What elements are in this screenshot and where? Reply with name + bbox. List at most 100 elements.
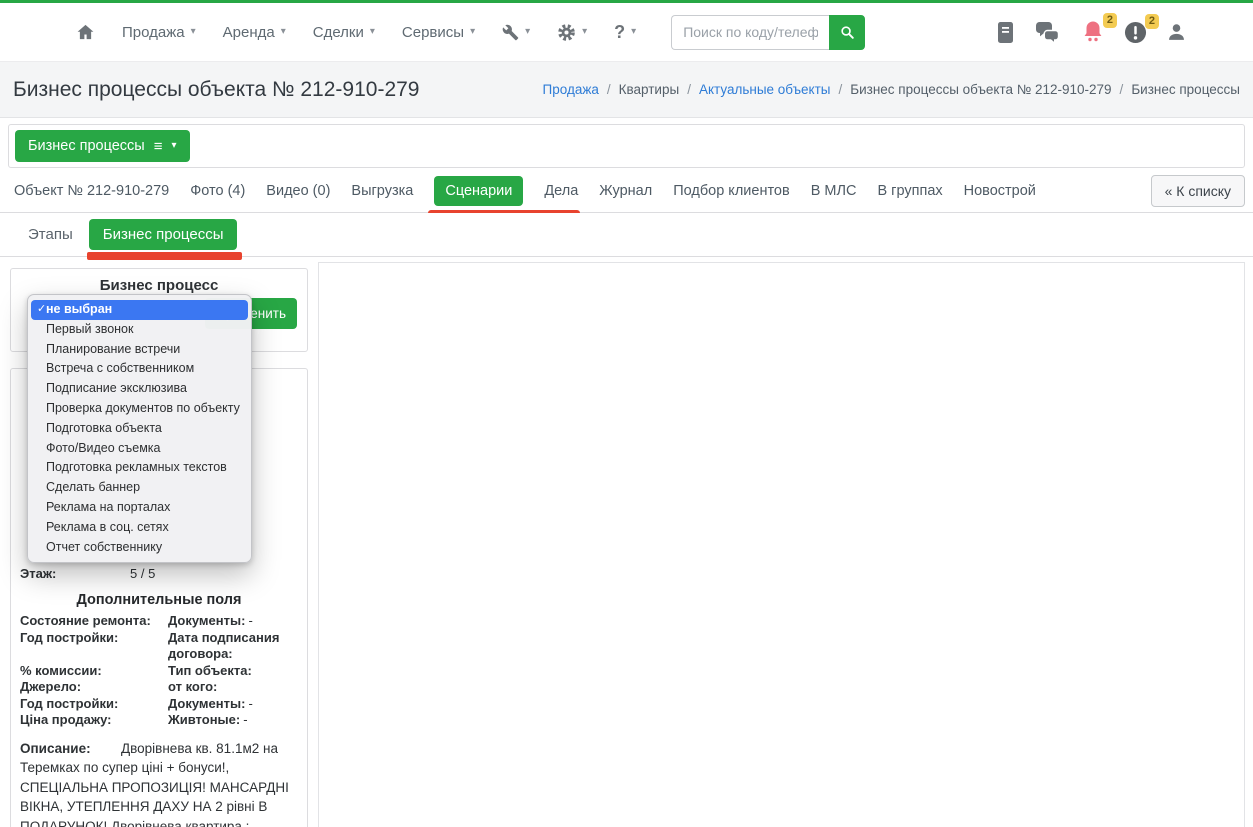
alerts-button[interactable]: 2 (1124, 13, 1159, 44)
tab-video[interactable]: Видео (0) (266, 183, 330, 199)
subtab-stages[interactable]: Этапы (28, 226, 73, 243)
search-icon (839, 24, 856, 41)
page-header: Бизнес процессы объекта № 212-910-279 Пр… (0, 62, 1253, 118)
field-label: Год постройки: (20, 695, 119, 711)
crm-app: Продажа ▾ Аренда ▾ Сделки ▾ Сервисы ▾ ▾ (0, 0, 1253, 827)
dropdown-option[interactable]: Подготовка объекта (28, 419, 251, 439)
dropdown-option[interactable]: Проверка документов по объекту (28, 399, 251, 419)
business-processes-menu-button[interactable]: Бизнес процессы ≡ ▾ (15, 130, 190, 162)
field-row: Год постройки: Документы: - (20, 696, 298, 713)
floor-label: Этаж: (20, 566, 57, 581)
object-tabs: Объект № 212-910-279 Фото (4) Видео (0) … (0, 170, 1253, 217)
chevron-down-icon: ▾ (470, 26, 476, 37)
tab-object[interactable]: Объект № 212-910-279 (14, 183, 169, 199)
breadcrumb-actual-objects[interactable]: Актуальные объекты (699, 82, 831, 97)
alerts-badge: 2 (1144, 13, 1159, 29)
field-label: Джерело: (20, 679, 82, 694)
dropdown-option-selected[interactable]: ✓ не выбран (31, 300, 248, 320)
dropdown-option[interactable]: Фото/Видео съемка (28, 439, 251, 459)
dropdown-option[interactable]: Реклама на порталах (28, 498, 251, 518)
back-to-list-button[interactable]: « К списку (1150, 175, 1245, 207)
tab-photo[interactable]: Фото (4) (190, 183, 245, 199)
dropdown-option[interactable]: Отчет собственнику (28, 538, 251, 558)
field-label: % комиссии: (20, 662, 102, 678)
notifications-button[interactable]: 2 (1081, 12, 1117, 45)
chevron-down-icon: ▾ (582, 26, 588, 37)
floor-row: Этаж: 5 / 5 (20, 565, 298, 582)
notifications-badge: 2 (1102, 12, 1117, 28)
field-label: от кого: (168, 679, 218, 694)
breadcrumb-sales[interactable]: Продажа (543, 82, 599, 97)
chat-bubbles-icon (1034, 21, 1062, 44)
field-value: - (248, 695, 253, 711)
business-processes-menu-label: Бизнес процессы (28, 138, 145, 154)
profile-button[interactable] (1166, 21, 1187, 43)
dropdown-option[interactable]: Первый звонок (28, 320, 251, 340)
tab-mls[interactable]: В МЛС (811, 183, 857, 199)
floor-value: 5 / 5 (130, 566, 156, 581)
nav-menu-deals[interactable]: Сделки ▾ (313, 24, 375, 41)
breadcrumb-separator: / (1119, 82, 1124, 97)
tab-scenarios-label: Сценарии (445, 183, 513, 199)
field-label: Состояние ремонта: (20, 613, 151, 628)
field-label: Документы: (168, 613, 246, 628)
business-process-dropdown: ✓ не выбран Первый звонок Планирование в… (27, 294, 252, 564)
dropdown-option[interactable]: Сделать баннер (28, 478, 251, 498)
field-row: Состояние ремонта: Документы: - (20, 613, 298, 630)
nav-menu-help[interactable]: ? ▾ (614, 22, 636, 43)
nav-menu-tools[interactable]: ▾ (502, 24, 530, 41)
tab-scenarios[interactable]: Сценарии (428, 176, 581, 217)
home-button[interactable] (76, 23, 95, 41)
journal-icon (996, 21, 1015, 44)
additional-fields-title: Дополнительные поля (76, 592, 242, 608)
field-label: Документы: (168, 695, 246, 711)
dropdown-option[interactable]: Планирование встречи (28, 340, 251, 360)
breadcrumb: Продажа / Квартиры / Актуальные объекты … (543, 82, 1240, 97)
bell-icon (1081, 20, 1105, 45)
tab-journal[interactable]: Журнал (599, 183, 652, 199)
field-value: - (248, 613, 253, 628)
field-row: Ціна продажу: Живтоные: - (20, 712, 298, 729)
nav-menu-services-label: Сервисы (401, 23, 465, 41)
breadcrumb-object: Бизнес процессы объекта № 212-910-279 (850, 82, 1112, 97)
dropdown-option[interactable]: Встреча с собственником (28, 359, 251, 379)
chevron-down-icon: ▾ (171, 140, 177, 151)
tab-client-matching[interactable]: Подбор клиентов (673, 183, 789, 199)
field-value: - (243, 712, 248, 727)
field-row: % комиссии: Тип объекта: (20, 663, 298, 680)
breadcrumb-separator: / (687, 82, 691, 97)
tab-export[interactable]: Выгрузка (351, 183, 413, 199)
subtab-business-processes[interactable]: Бизнес процессы (86, 219, 243, 260)
tab-groups[interactable]: В группах (877, 183, 942, 199)
dropdown-option[interactable]: Реклама в соц. сетях (28, 518, 251, 538)
nav-menu-sales[interactable]: Продажа ▾ (122, 24, 196, 41)
breadcrumb-flats: Квартиры (618, 82, 680, 97)
tab-tasks[interactable]: Дела (544, 183, 578, 199)
nav-menu-rent[interactable]: Аренда ▾ (223, 24, 286, 41)
dropdown-option[interactable]: Подготовка рекламных текстов (28, 458, 251, 478)
nav-menu-sales-label: Продажа (122, 23, 185, 41)
dropdown-option-label: не выбран (46, 302, 113, 316)
field-label: Живтоные: (168, 712, 241, 727)
wrench-icon (502, 24, 519, 41)
dropdown-option[interactable]: Подписание эксклюзива (28, 379, 251, 399)
search-input[interactable] (671, 14, 830, 50)
journal-button[interactable] (996, 21, 1015, 44)
search-button[interactable] (829, 14, 866, 50)
field-row: Джерело: от кого: (20, 679, 298, 696)
messages-button[interactable] (1034, 21, 1062, 44)
description-block: Описание: Дворівнева кв. 81.1м2 на Теремк… (20, 739, 298, 827)
field-label: Тип объекта: (168, 662, 252, 678)
nav-menu-settings[interactable]: ▾ (557, 23, 587, 42)
tab-newbuild[interactable]: Новострой (964, 183, 1036, 199)
top-navbar: Продажа ▾ Аренда ▾ Сделки ▾ Сервисы ▾ ▾ (0, 0, 1253, 62)
nav-menu-deals-label: Сделки (312, 23, 364, 41)
help-icon: ? (614, 21, 626, 42)
breadcrumb-separator: / (838, 82, 843, 97)
chevron-down-icon: ▾ (280, 26, 286, 37)
field-label: Дата подписания договора: (168, 629, 280, 662)
exclamation-circle-icon (1124, 21, 1147, 44)
toolbar-card: Бизнес процессы ≡ ▾ (8, 124, 1245, 168)
main-content-panel (318, 262, 1245, 827)
nav-menu-services[interactable]: Сервисы ▾ (402, 24, 475, 41)
